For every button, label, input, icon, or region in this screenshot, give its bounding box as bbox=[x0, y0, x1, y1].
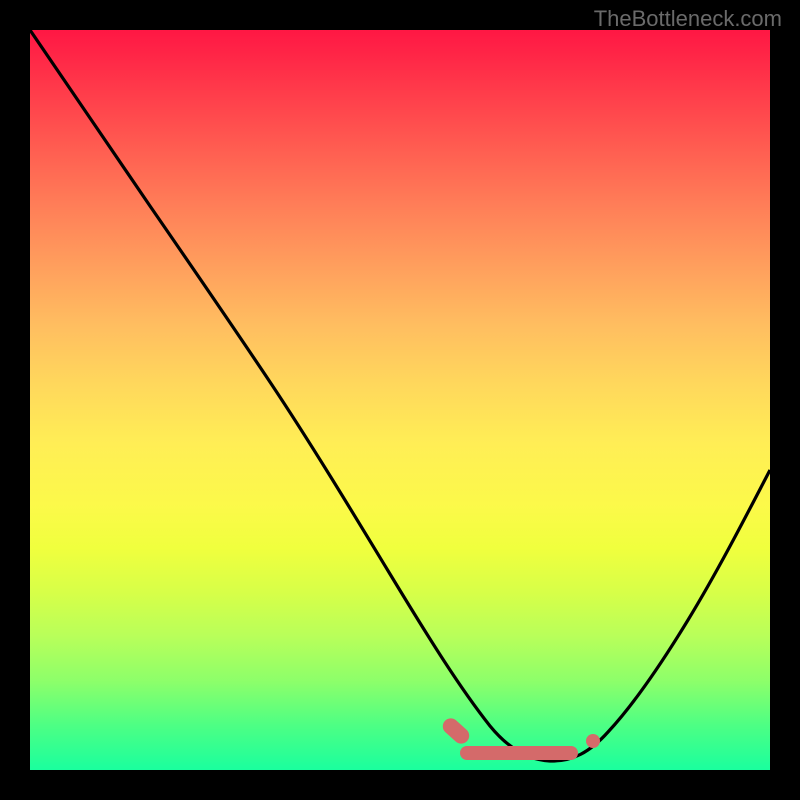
watermark-text: TheBottleneck.com bbox=[594, 6, 782, 32]
chart-curve bbox=[30, 30, 770, 770]
optimal-range-marker bbox=[460, 746, 578, 760]
optimal-range-marker-right bbox=[586, 734, 600, 748]
bottleneck-curve-path bbox=[30, 30, 770, 761]
chart-plot-area bbox=[30, 30, 770, 770]
